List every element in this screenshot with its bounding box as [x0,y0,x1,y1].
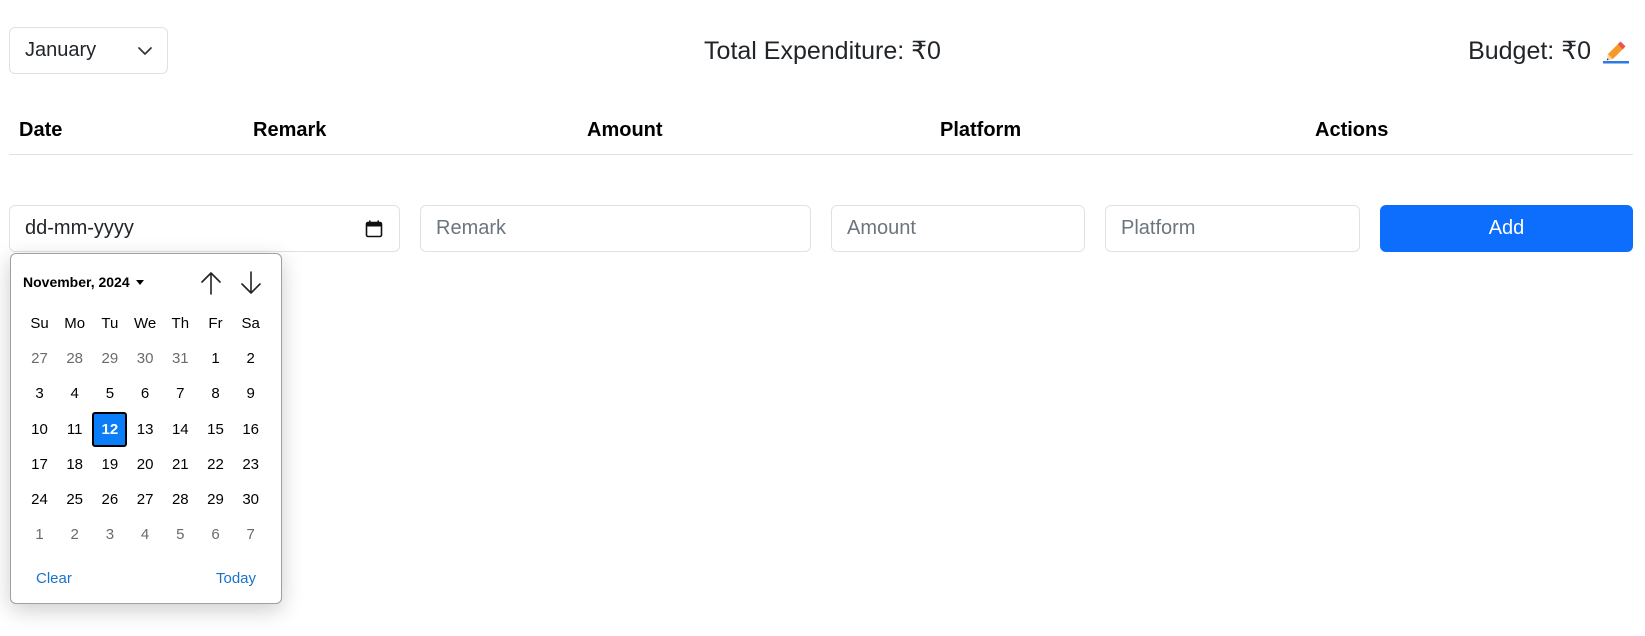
arrow-up-icon[interactable] [199,270,223,296]
calendar-day[interactable]: 20 [128,447,163,482]
month-year-selector[interactable]: November, 2024 [23,274,144,290]
calendar-day[interactable]: 17 [22,447,57,482]
platform-input[interactable] [1105,205,1360,252]
calendar-day[interactable]: 4 [57,376,92,411]
calendar-day[interactable]: 6 [128,376,163,411]
budget-label: Budget: ₹0 [1468,37,1591,65]
calendar-day[interactable]: 27 [128,482,163,517]
calendar-day[interactable]: 18 [57,447,92,482]
calendar-day[interactable]: 24 [22,482,57,517]
calendar-day[interactable]: 7 [163,376,198,411]
calendar-day[interactable]: 15 [198,412,233,447]
calendar-day[interactable]: 1 [198,341,233,376]
remark-input[interactable] [420,205,811,252]
calendar-day-selected[interactable]: 12 [92,411,128,447]
column-header-platform: Platform [940,119,1022,141]
calendar-day[interactable]: 5 [92,376,127,411]
calendar-day[interactable]: 30 [128,341,163,376]
calendar-day[interactable]: 28 [57,341,92,376]
weekday-header: Th [171,315,190,332]
table-header: Date Remark Amount Platform Actions [9,105,1633,155]
weekday-header: Tu [101,315,119,332]
calendar-day[interactable]: 2 [57,517,92,552]
total-expenditure: Total Expenditure: ₹0 [704,37,941,65]
calendar-day[interactable]: 22 [198,447,233,482]
calendar-day[interactable]: 5 [163,517,198,552]
calendar-day[interactable]: 30 [233,482,268,517]
weekday-header: Mo [64,315,86,332]
calendar-day[interactable]: 11 [57,412,92,447]
today-button[interactable]: Today [216,570,256,587]
add-button[interactable]: Add [1380,205,1633,252]
date-picker-popup: November, 2024 Su Mo Tu We Th Fr Sa 27 28 29 30 31 1… [10,253,282,604]
calendar-day[interactable]: 29 [92,341,127,376]
arrow-down-icon[interactable] [239,270,263,296]
calendar-day[interactable]: 2 [233,341,268,376]
column-header-actions: Actions [1315,119,1389,141]
calendar-day[interactable]: 3 [92,517,127,552]
calendar-day[interactable]: 13 [128,412,163,447]
calendar-day[interactable]: 7 [233,517,268,552]
date-input[interactable]: dd-mm-yyyy [9,205,400,252]
column-header-remark: Remark [253,119,327,141]
calendar-day[interactable]: 21 [163,447,198,482]
calendar-day[interactable]: 9 [233,376,268,411]
calendar-day[interactable]: 19 [92,447,127,482]
calendar-day[interactable]: 31 [163,341,198,376]
calendar-day[interactable]: 28 [163,482,198,517]
calendar-day[interactable]: 4 [128,517,163,552]
calendar-day[interactable]: 25 [57,482,92,517]
calendar-day[interactable]: 8 [198,376,233,411]
weekday-header: We [133,315,157,332]
amount-input[interactable] [831,205,1085,252]
weekday-header: Fr [208,315,223,332]
weekday-header: Sa [241,315,260,332]
caret-down-icon [135,279,144,285]
calendar-day[interactable]: 14 [163,412,198,447]
calendar-day[interactable]: 23 [233,447,268,482]
calendar-day[interactable]: 27 [22,341,57,376]
date-input-placeholder: dd-mm-yyyy [25,217,134,239]
calendar-icon[interactable] [364,219,384,239]
clear-button[interactable]: Clear [36,570,72,587]
calendar-day[interactable]: 6 [198,517,233,552]
pencil-icon[interactable] [1601,37,1631,65]
month-year-label: November, 2024 [23,274,130,290]
column-header-amount: Amount [587,119,663,141]
budget-display: Budget: ₹0 [1468,36,1631,66]
calendar-day[interactable]: 10 [22,412,57,447]
weekday-header: Su [30,315,49,332]
calendar-day[interactable]: 29 [198,482,233,517]
calendar-day[interactable]: 3 [22,376,57,411]
calendar-day[interactable]: 1 [22,517,57,552]
column-header-date: Date [19,119,63,141]
calendar-day[interactable]: 26 [92,482,127,517]
calendar-day[interactable]: 16 [233,412,268,447]
